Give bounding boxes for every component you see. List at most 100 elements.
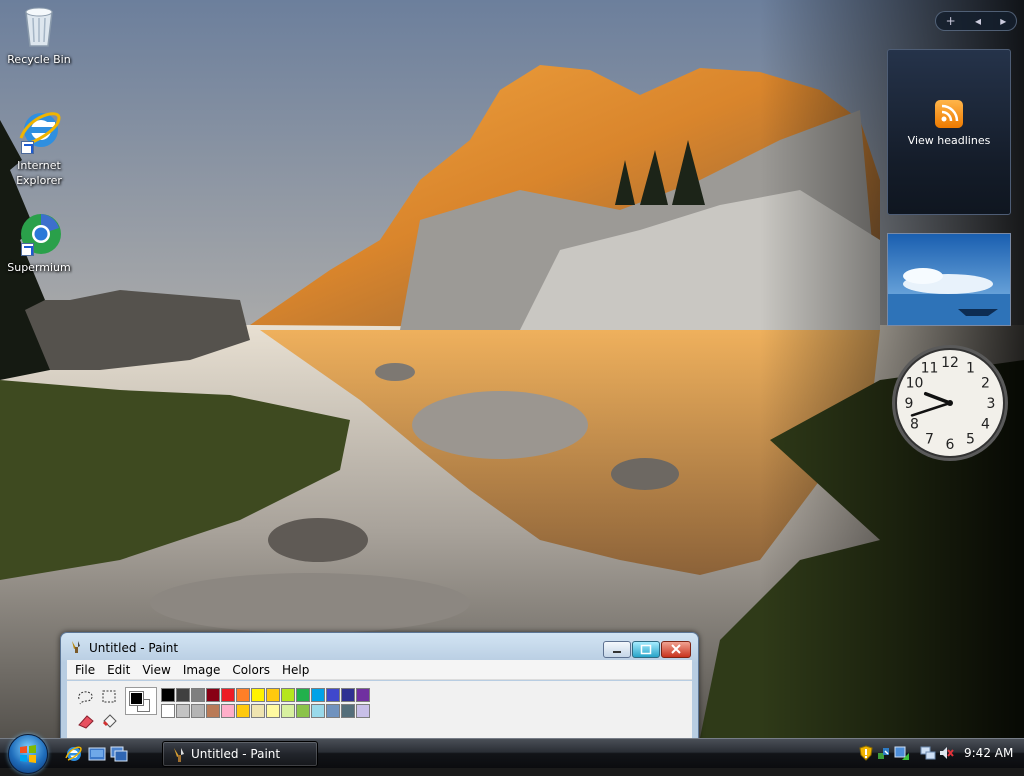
view-headlines-link[interactable]: View headlines [888,134,1010,147]
clock-number: 7 [925,432,934,448]
paint-title-bar[interactable]: Untitled - Paint [61,633,698,661]
paint-client-area [67,681,692,741]
icon-label: Supermium [7,261,71,274]
rect-select-icon[interactable] [99,687,121,707]
free-form-select-icon[interactable] [75,687,97,707]
palette-color-swatch[interactable] [341,688,355,702]
windows-logo-icon [20,745,36,763]
clock-gadget[interactable]: 12 1 2 3 4 5 6 7 8 9 10 11 [888,341,1012,465]
palette-color-swatch[interactable] [326,704,340,718]
desktop-icon-recycle-bin[interactable]: Recycle Bin [1,2,77,67]
slideshow-gadget[interactable] [887,233,1011,326]
menu-image[interactable]: Image [177,660,227,680]
sidebar-controls: + ◂ ▸ [935,11,1017,31]
clock-number: 5 [966,432,975,448]
menu-file[interactable]: File [69,660,101,680]
palette-color-swatch[interactable] [161,688,175,702]
current-colors[interactable] [125,687,157,715]
minimize-button[interactable] [603,641,631,658]
palette-color-swatch[interactable] [206,704,220,718]
clock-number: 9 [905,396,914,412]
internet-explorer-icon [15,108,63,156]
palette-color-swatch[interactable] [266,688,280,702]
menu-help[interactable]: Help [276,660,315,680]
clock-number: 6 [946,437,955,453]
desktop-icon-internet-explorer[interactable]: Internet Explorer [1,108,77,188]
palette-color-swatch[interactable] [191,688,205,702]
windows-sidebar: + ◂ ▸ View headlines 12 1 2 3 4 5 6 7 8 … [880,0,1024,738]
window-title: Untitled - Paint [89,641,179,655]
clock-number: 8 [910,417,919,433]
notification-area: 9:42 AM [852,739,1024,769]
palette-color-swatch[interactable] [191,704,205,718]
close-button[interactable] [661,641,691,658]
palette-color-swatch[interactable] [311,704,325,718]
palette-color-swatch[interactable] [296,704,310,718]
palette-color-swatch[interactable] [281,688,295,702]
palette-color-swatch[interactable] [281,704,295,718]
desktop-icon-supermium[interactable]: Supermium [1,210,77,275]
start-button[interactable] [8,734,48,774]
palette-color-swatch[interactable] [356,688,370,702]
icon-label: Internet Explorer [16,159,62,187]
palette-color-swatch[interactable] [176,688,190,702]
palette-color-swatch[interactable] [251,688,265,702]
clock-number: 4 [981,417,990,433]
clock-number: 12 [941,355,959,371]
palette-color-swatch[interactable] [206,688,220,702]
clock-number: 2 [981,376,990,392]
taskbar-clock[interactable]: 9:42 AM [964,746,1013,760]
slideshow-image [888,234,1010,325]
palette-color-swatch[interactable] [326,688,340,702]
windows-update-icon[interactable] [894,745,910,761]
shortcut-arrow-icon [21,141,34,154]
foreground-color-swatch[interactable] [129,691,144,706]
fill-icon[interactable] [99,711,121,731]
menu-view[interactable]: View [136,660,176,680]
clock-number: 11 [921,361,939,377]
prev-gadget-page-button[interactable]: ◂ [975,12,981,30]
palette-color-swatch[interactable] [341,704,355,718]
network-shield-icon[interactable] [876,745,892,761]
palette-color-swatch[interactable] [221,688,235,702]
analog-clock-face: 12 12 3 45678 9 1011 [892,345,1008,461]
show-desktop-icon[interactable] [88,745,106,763]
paint-app-icon [69,640,83,654]
palette-color-swatch[interactable] [356,704,370,718]
quick-launch-internet-explorer-icon[interactable] [64,745,82,763]
palette-color-swatch[interactable] [296,688,310,702]
clock-number: 1 [966,361,975,377]
palette-color-swatch[interactable] [221,704,235,718]
menu-colors[interactable]: Colors [226,660,276,680]
icon-label: Recycle Bin [7,53,71,66]
paint-window[interactable]: Untitled - Paint File Edit View Image Co… [60,632,699,742]
next-gadget-page-button[interactable]: ▸ [1000,12,1006,30]
recycle-bin-icon [15,2,63,50]
add-gadget-button[interactable]: + [946,12,956,30]
clock-number: 3 [987,396,996,412]
security-warning-icon[interactable] [858,745,874,761]
palette-color-swatch[interactable] [311,688,325,702]
switch-windows-icon[interactable] [110,745,128,763]
feed-headlines-gadget[interactable]: View headlines [887,49,1011,215]
shortcut-arrow-icon [21,243,34,256]
menu-edit[interactable]: Edit [101,660,136,680]
rss-feed-icon [935,100,963,128]
palette-color-swatch[interactable] [176,704,190,718]
maximize-button[interactable] [632,641,660,658]
palette-color-swatch[interactable] [251,704,265,718]
desktop-wallpaper [0,0,1024,738]
clock-number: 10 [906,376,924,392]
menu-bar: File Edit View Image Colors Help [67,660,692,680]
volume-muted-icon[interactable] [938,745,954,761]
supermium-icon [15,210,63,258]
palette-color-swatch[interactable] [161,704,175,718]
palette-color-swatch[interactable] [236,688,250,702]
network-icon[interactable] [920,745,936,761]
taskbar-button-label: Untitled - Paint [191,747,281,761]
eraser-icon[interactable] [75,711,97,731]
taskbar-button-paint[interactable]: Untitled - Paint [162,741,318,767]
palette-color-swatch[interactable] [266,704,280,718]
taskbar: Untitled - Paint 9:42 AM [0,734,1024,774]
palette-color-swatch[interactable] [236,704,250,718]
